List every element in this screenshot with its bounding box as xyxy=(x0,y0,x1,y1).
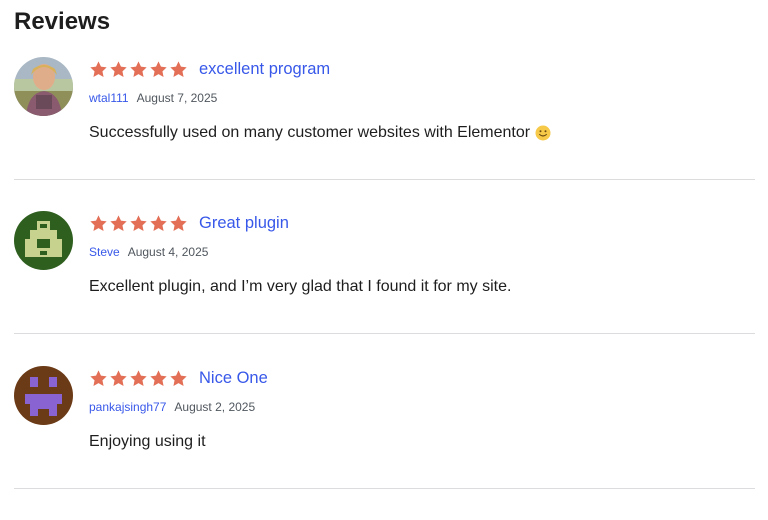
review-divider xyxy=(14,333,755,334)
review-meta: wtal111 August 7, 2025 xyxy=(89,90,217,106)
star-icon xyxy=(89,369,108,388)
star-rating xyxy=(89,213,188,233)
star-icon xyxy=(109,60,128,79)
review-item: Nice One pankajsingh77 August 2, 2025 Enj… xyxy=(14,366,755,520)
review-body: Excellent plugin, and I’m very glad that… xyxy=(89,276,511,298)
review-body: Successfully used on many customer websi… xyxy=(89,122,551,144)
review-title-link[interactable]: Nice One xyxy=(199,367,268,389)
star-icon xyxy=(149,60,168,79)
review-body: Enjoying using it xyxy=(89,431,206,453)
review-date: August 7, 2025 xyxy=(136,91,218,105)
star-icon xyxy=(149,214,168,233)
review-date: August 4, 2025 xyxy=(127,245,209,259)
star-icon xyxy=(89,214,108,233)
review-text: Excellent plugin, and I’m very glad that… xyxy=(89,278,512,295)
review-title-link[interactable]: excellent program xyxy=(199,58,330,80)
star-icon xyxy=(129,60,148,79)
reviewer-avatar[interactable] xyxy=(14,366,73,425)
star-icon xyxy=(169,369,188,388)
star-icon xyxy=(149,369,168,388)
review-meta: pankajsingh77 August 2, 2025 xyxy=(89,399,255,415)
star-icon xyxy=(129,214,148,233)
reviewer-avatar[interactable] xyxy=(14,211,73,270)
review-divider xyxy=(14,179,755,180)
star-icon xyxy=(169,214,188,233)
review-item: Great plugin Steve August 4, 2025 Excelle… xyxy=(14,211,755,365)
reviewer-avatar[interactable] xyxy=(14,57,73,116)
star-icon xyxy=(169,60,188,79)
star-icon xyxy=(129,369,148,388)
review-author-link[interactable]: Steve xyxy=(89,245,120,259)
slightly-smiling-face-icon xyxy=(535,125,551,141)
star-rating xyxy=(89,59,188,79)
reviews-heading: Reviews xyxy=(14,8,111,35)
review-text: Successfully used on many customer websi… xyxy=(89,124,531,141)
star-icon xyxy=(109,214,128,233)
review-item: excellent program wtal111 August 7, 2025 … xyxy=(14,57,755,211)
star-icon xyxy=(89,60,108,79)
review-author-link[interactable]: wtal111 xyxy=(89,91,129,105)
review-title-link[interactable]: Great plugin xyxy=(199,212,289,234)
review-meta: Steve August 4, 2025 xyxy=(89,244,208,260)
review-date: August 2, 2025 xyxy=(174,400,256,414)
review-author-link[interactable]: pankajsingh77 xyxy=(89,400,166,414)
review-text: Enjoying using it xyxy=(89,433,206,450)
star-rating xyxy=(89,368,188,388)
star-icon xyxy=(109,369,128,388)
